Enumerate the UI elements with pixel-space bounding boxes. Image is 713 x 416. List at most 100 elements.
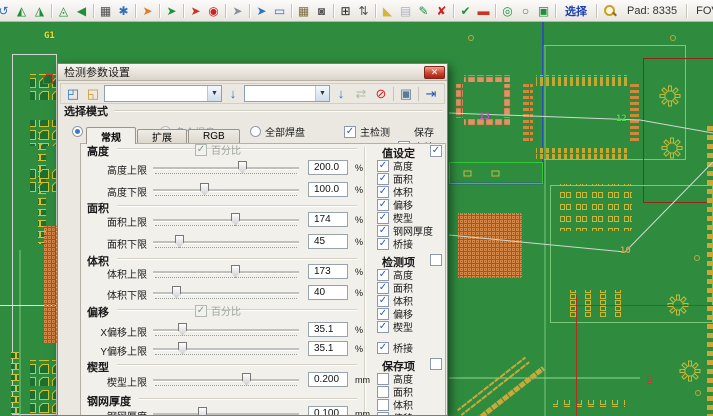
slider-height-upper[interactable] <box>153 161 299 176</box>
apply-param-1-icon[interactable]: ↓ <box>224 85 242 103</box>
value-input-volume-upper[interactable]: 173 <box>308 264 348 279</box>
master-checkbox-detect-items[interactable] <box>430 254 442 266</box>
selection-rect-icon[interactable]: ▭ <box>271 2 288 20</box>
cancel-icon[interactable]: ⊘ <box>372 85 390 103</box>
section-title-wedge: 楔型 <box>87 359 109 375</box>
close-button[interactable]: ✕ <box>424 66 445 79</box>
slider-volume-upper[interactable] <box>153 265 299 280</box>
value-input-wedge-upper[interactable]: 0.200 <box>308 372 348 387</box>
dialog-titlebar[interactable]: 检测参数设置 ✕ <box>58 64 447 81</box>
slider-label-height-upper: 高度上限 <box>81 162 147 177</box>
delete-icon[interactable]: ✘ <box>433 2 450 20</box>
apply-param-2-icon[interactable]: ↓ <box>332 85 350 103</box>
dialog-toolbar: ◰◱▼↓▼↓⇄⊘▣⇥ <box>60 83 445 104</box>
param-set-combo-2[interactable]: ▼ <box>244 85 330 102</box>
app-window: G11312101 ↺◭◮◬◀▦✱➤➤➤◉➤➤▭▦◙⊞⇅◣▤✎✘✔▬◎○▣选择P… <box>0 0 713 416</box>
check-value-setting-bridge[interactable]: 桥接 <box>377 236 413 251</box>
slider-x-offset-upper[interactable] <box>153 323 299 338</box>
chevron-down-icon[interactable]: ▼ <box>315 86 329 101</box>
slider-thumb[interactable] <box>198 407 207 415</box>
camera-icon[interactable]: ◙ <box>313 2 330 20</box>
image-icon[interactable]: ▦ <box>97 2 114 20</box>
master-checkbox-save-items[interactable] <box>430 358 442 370</box>
save-icon[interactable]: ▣ <box>397 85 415 103</box>
slider-area-lower[interactable] <box>153 235 299 250</box>
tiles-icon[interactable]: ⊞ <box>337 2 354 20</box>
megaphone-icon[interactable]: ◀ <box>73 2 90 20</box>
flag-a-down-icon[interactable]: ◮ <box>31 2 48 20</box>
slider-thumb[interactable] <box>231 213 240 226</box>
tab-extend[interactable]: 扩展 <box>137 129 187 143</box>
remove-minus-icon[interactable]: ▬ <box>475 2 492 20</box>
tools-icon[interactable]: ✱ <box>115 2 132 20</box>
circle-target-icon[interactable]: ◎ <box>499 2 516 20</box>
percent-checkbox-height[interactable]: 百分比 <box>195 143 241 157</box>
magnifier-icon[interactable] <box>603 4 617 18</box>
history-icon[interactable]: ↺ <box>0 2 12 20</box>
grid-table-icon[interactable]: ▦ <box>295 2 312 20</box>
export-icon[interactable]: ⇥ <box>422 85 440 103</box>
sync-params-icon[interactable]: ⇄ <box>352 85 370 103</box>
check-detect-items-wedge[interactable]: 楔型 <box>377 319 413 334</box>
slider-thumb[interactable] <box>172 286 181 299</box>
slider-thumb[interactable] <box>231 265 240 278</box>
mode-group-title: 选择模式 <box>64 103 108 119</box>
radio-all-pads[interactable]: 全部焊盘 <box>250 124 305 139</box>
pin-green-icon[interactable]: ➤ <box>163 2 180 20</box>
check-detect-items-bridge[interactable]: 桥接 <box>377 340 413 355</box>
flag-a-up-icon[interactable]: ◭ <box>13 2 30 20</box>
value-input-volume-lower[interactable]: 40 <box>308 285 348 300</box>
tab-rgb[interactable]: RGB <box>188 129 240 143</box>
slider-volume-lower[interactable] <box>153 286 299 301</box>
value-input-x-offset-upper[interactable]: 35.1 <box>308 322 348 337</box>
slider-thumb[interactable] <box>238 161 247 174</box>
slider-wedge-upper[interactable] <box>153 373 299 388</box>
ruler-icon[interactable]: ◣ <box>379 2 396 20</box>
value-input-area-upper[interactable]: 174 <box>308 212 348 227</box>
unit-label: % <box>355 215 363 225</box>
square-icon[interactable]: ▣ <box>535 2 552 20</box>
pin-orange-icon[interactable]: ➤ <box>139 2 156 20</box>
tab-general[interactable]: 常规 <box>86 127 136 144</box>
checkbox-icon <box>377 321 389 333</box>
edit-pencil-icon[interactable]: ✎ <box>415 2 432 20</box>
master-checkbox-value-setting[interactable] <box>430 145 442 157</box>
value-input-stencil-thickness[interactable]: 0.100 <box>308 406 348 415</box>
grid-light-icon[interactable]: ▤ <box>397 2 414 20</box>
percent-checkbox-offset[interactable]: 百分比 <box>195 303 241 318</box>
location-pin-icon[interactable]: ◉ <box>205 2 222 20</box>
checkbox-main-detect[interactable]: 主检测 <box>344 124 390 139</box>
value-input-height-lower[interactable]: 100.0 <box>308 182 348 197</box>
slider-thumb[interactable] <box>242 373 251 386</box>
slider-area-upper[interactable] <box>153 213 299 228</box>
slider-stencil-thickness[interactable] <box>153 407 299 415</box>
check-save-items-offset[interactable]: 偏移 <box>377 410 413 415</box>
chevron-down-icon[interactable]: ▼ <box>207 86 221 101</box>
sort-az-icon[interactable]: ⇅ <box>355 2 372 20</box>
select-mode-label[interactable]: 选择 <box>565 3 587 19</box>
pin-gray-icon[interactable]: ➤ <box>229 2 246 20</box>
slider-thumb[interactable] <box>175 235 184 248</box>
pin-blue-icon[interactable]: ➤ <box>253 2 270 20</box>
apply-check-icon[interactable]: ✔ <box>457 2 474 20</box>
value-input-area-lower[interactable]: 45 <box>308 234 348 249</box>
value-input-height-upper[interactable]: 200.0 <box>308 160 348 175</box>
slider-thumb[interactable] <box>178 323 187 336</box>
slider-height-lower[interactable] <box>153 183 299 198</box>
pcb-ref-label: 10 <box>620 246 631 256</box>
save-pad-params-icon[interactable]: ◱ <box>84 85 102 103</box>
pin-red-icon[interactable]: ➤ <box>187 2 204 20</box>
circle-icon[interactable]: ○ <box>517 2 534 20</box>
value-input-y-offset-upper[interactable]: 35.1 <box>308 341 348 356</box>
slider-thumb[interactable] <box>200 183 209 196</box>
slider-thumb[interactable] <box>178 342 187 355</box>
unit-label: mm <box>355 375 370 385</box>
toolbar-separator <box>393 87 394 101</box>
checkbox-icon <box>377 173 389 185</box>
checkbox-icon <box>195 144 207 156</box>
load-pad-params-icon[interactable]: ◰ <box>64 85 82 103</box>
prism-icon[interactable]: ◬ <box>55 2 72 20</box>
toolbar-separator <box>453 4 454 18</box>
slider-y-offset-upper[interactable] <box>153 342 299 357</box>
param-set-combo-1[interactable]: ▼ <box>104 85 222 102</box>
